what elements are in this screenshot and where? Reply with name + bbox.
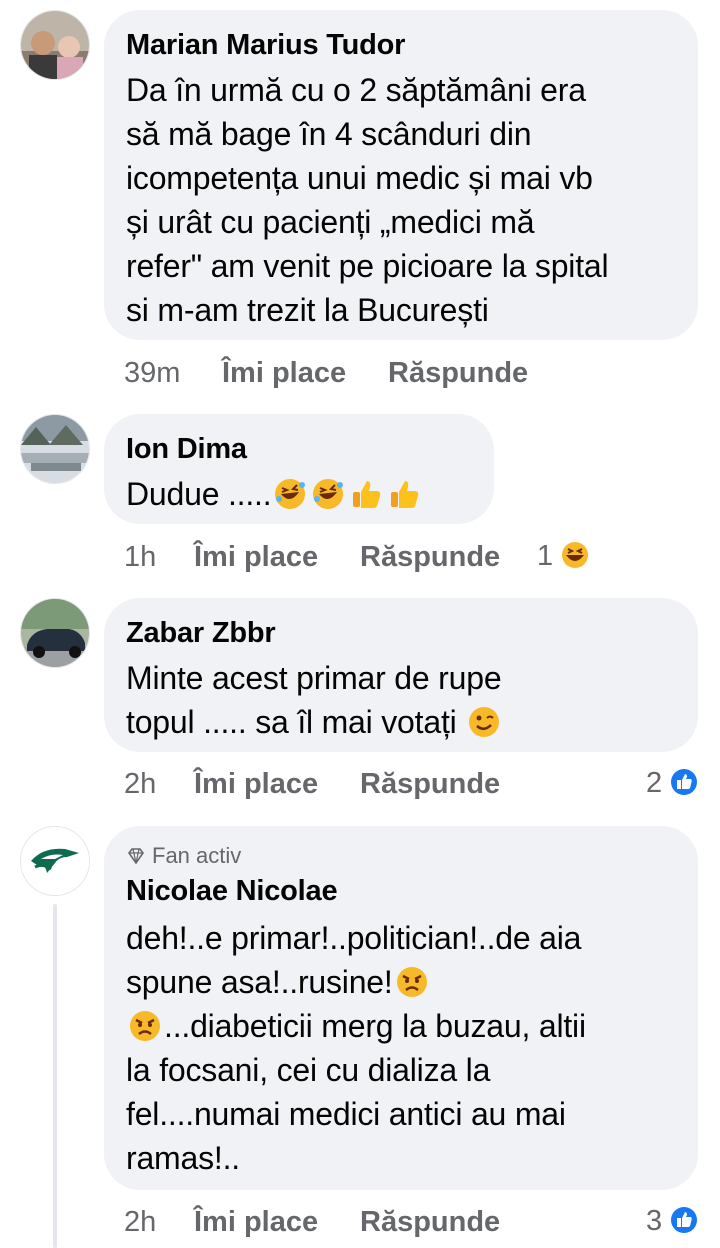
haha-icon[interactable] (561, 541, 589, 569)
thread-line (53, 904, 57, 1248)
fan-badge: Fan activ (126, 842, 676, 870)
thumbs-up-emoji-icon (353, 481, 381, 508)
avatar[interactable] (20, 598, 90, 668)
wink-emoji-icon (469, 707, 500, 737)
rofl-emoji-icon (313, 479, 344, 509)
comment-actions: 2h Îmi place Răspunde (124, 1205, 684, 1239)
comment-bubble: Fan activ Nicolae Nicolae deh!..e primar… (104, 826, 698, 1190)
comment-author[interactable]: Zabar Zbbr (126, 616, 676, 650)
avatar[interactable] (20, 10, 90, 80)
comment-text: deh!..e primar!..politician!..de aia spu… (126, 920, 586, 1176)
comment-author[interactable]: Marian Marius Tudor (126, 28, 676, 62)
reaction-count[interactable]: 1 (537, 540, 553, 573)
avatar[interactable] (20, 826, 90, 896)
diamond-icon (128, 848, 144, 865)
comment-bubble: Ion Dima Dudue ..... (104, 414, 494, 524)
reply-button[interactable]: Răspunde (388, 356, 528, 390)
comment-actions: 2h Îmi place Răspunde (124, 767, 684, 801)
angry-emoji-icon (396, 967, 427, 997)
comment-bubble: Zabar Zbbr Minte acest primar de rupe to… (104, 598, 698, 752)
avatar[interactable] (20, 414, 90, 484)
reaction-count[interactable]: 3 (646, 1205, 662, 1238)
like-button[interactable]: Îmi place (194, 540, 318, 574)
reply-button[interactable]: Răspunde (360, 1205, 500, 1239)
comment-text: Da în urmă cu o 2 săptămâni era să mă ba… (126, 72, 609, 328)
comment-time[interactable]: 39m (124, 356, 180, 390)
comment-actions: 1h Îmi place Răspunde (124, 540, 684, 574)
like-button[interactable]: Îmi place (194, 1205, 318, 1239)
comment-bubble: Marian Marius Tudor Da în urmă cu o 2 să… (104, 10, 698, 340)
like-button[interactable]: Îmi place (194, 767, 318, 801)
reaction-count[interactable]: 2 (646, 767, 662, 800)
rofl-emoji-icon (275, 479, 306, 509)
comment-time[interactable]: 2h (124, 1205, 156, 1239)
like-icon[interactable] (670, 1206, 698, 1234)
comment-time[interactable]: 2h (124, 767, 156, 801)
reply-button[interactable]: Răspunde (360, 540, 500, 574)
comment-text: Dudue ..... (126, 472, 472, 516)
reply-button[interactable]: Răspunde (360, 767, 500, 801)
angry-emoji-icon (130, 1011, 160, 1041)
like-icon[interactable] (670, 768, 698, 796)
like-button[interactable]: Îmi place (222, 356, 346, 390)
comment-time[interactable]: 1h (124, 540, 156, 574)
comment-author[interactable]: Nicolae Nicolae (126, 874, 676, 908)
comment-author[interactable]: Ion Dima (126, 432, 472, 466)
thumbs-up-emoji-icon (391, 481, 419, 508)
comment-text: Minte acest primar de rupe topul ..... s… (126, 660, 502, 740)
comment-actions: 39m Îmi place Răspunde (124, 356, 684, 390)
